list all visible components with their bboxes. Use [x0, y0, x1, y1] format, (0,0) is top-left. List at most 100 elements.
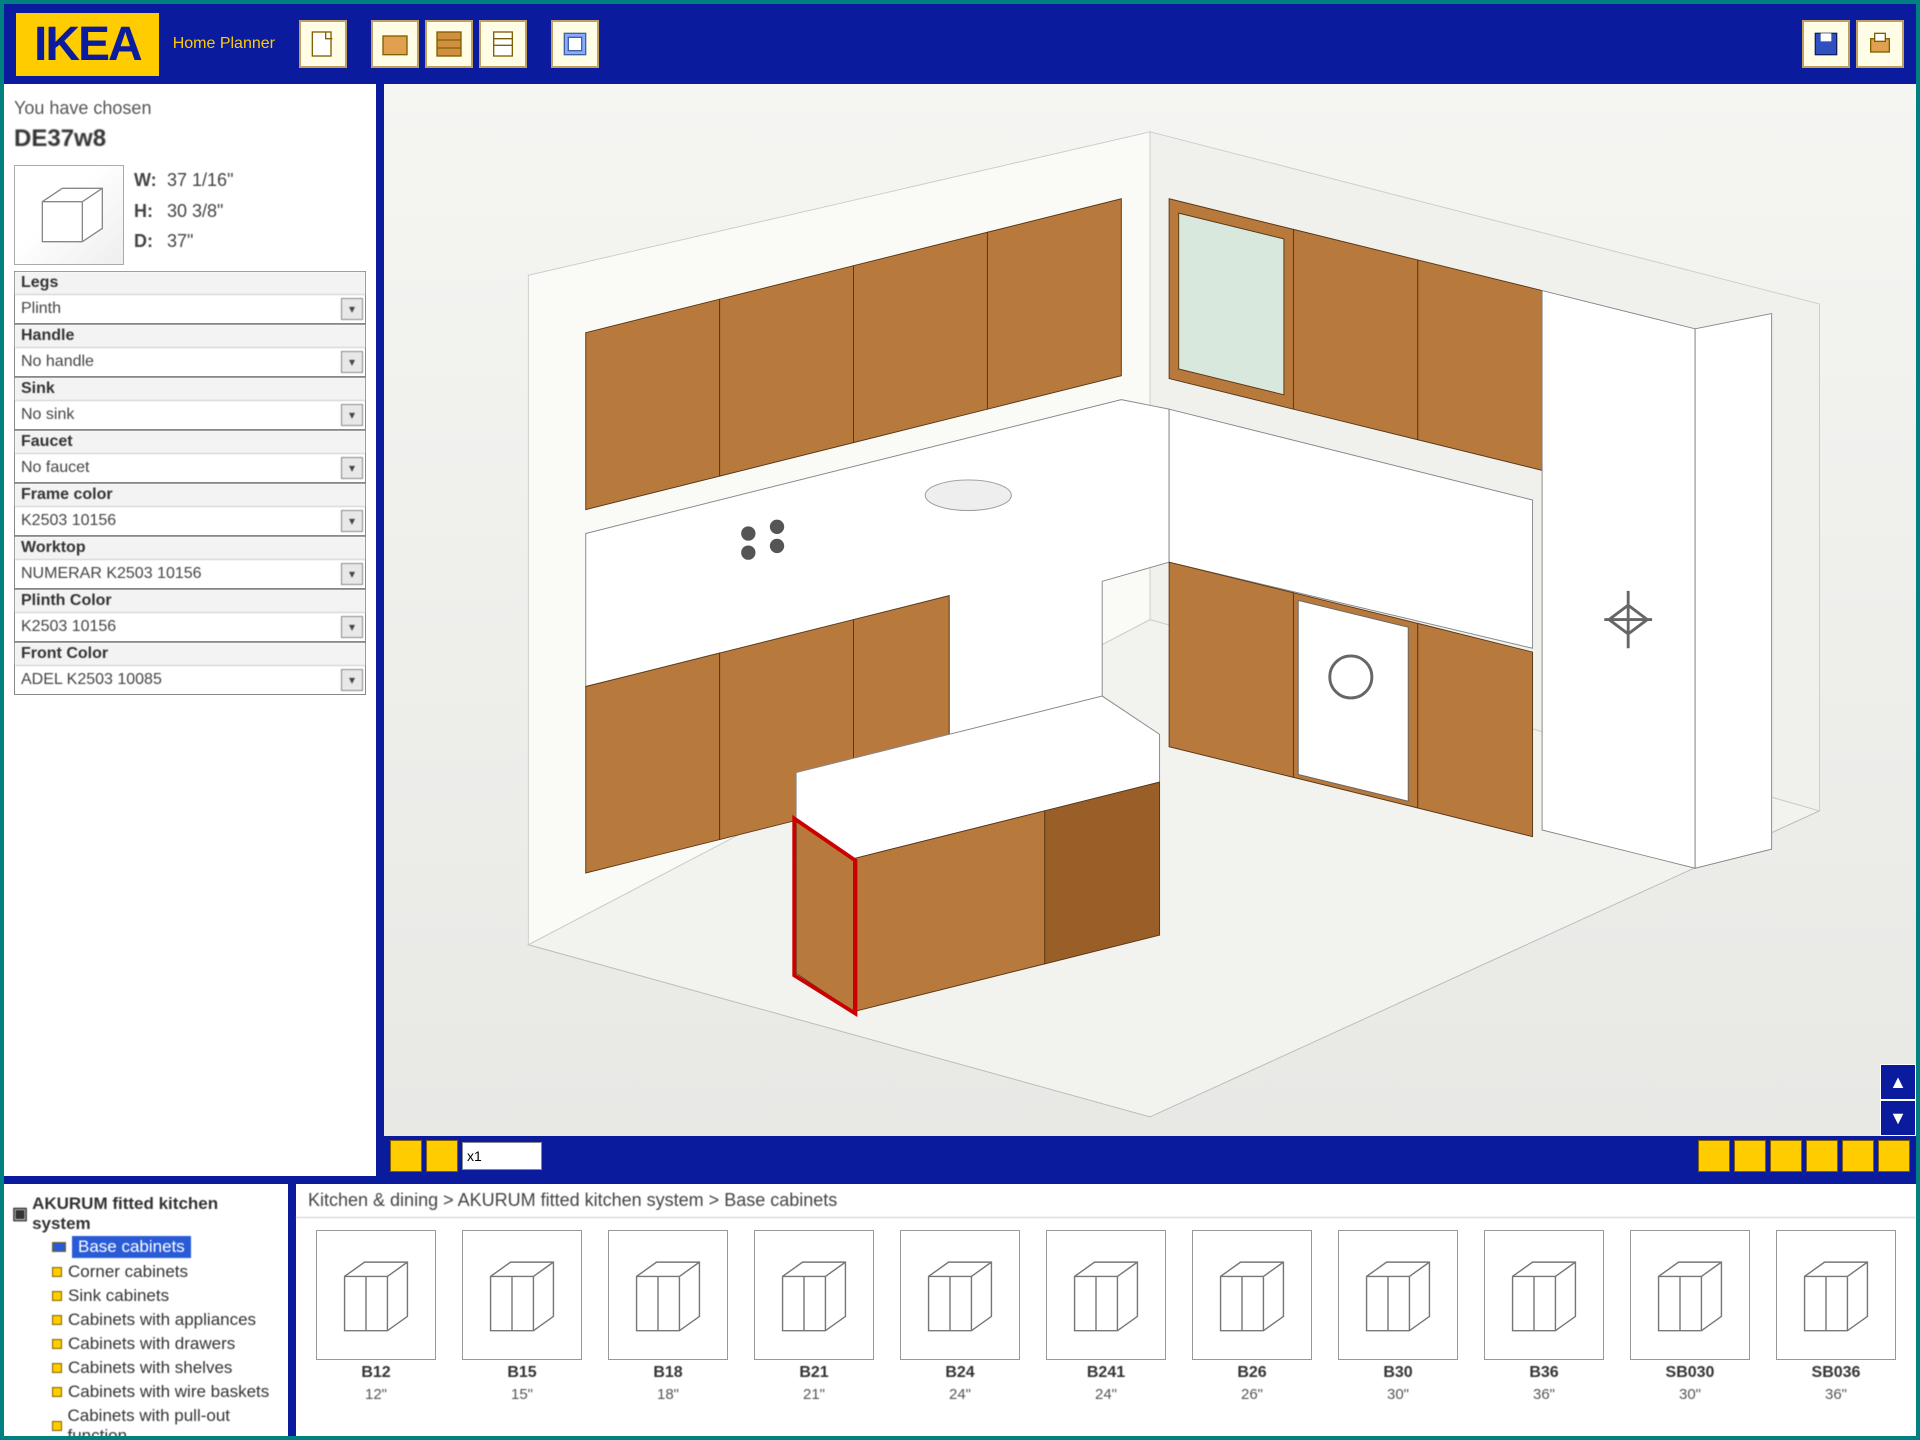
catalog-thumbnail — [462, 1230, 582, 1360]
chosen-label: You have chosen — [14, 98, 366, 119]
bullet-icon — [52, 1291, 62, 1301]
catalog-item[interactable]: B1818" — [600, 1230, 736, 1424]
catalog-item[interactable]: B2121" — [746, 1230, 882, 1424]
catalog-item[interactable]: B1515" — [454, 1230, 590, 1424]
scroll-up-button[interactable]: ▲ — [1880, 1064, 1916, 1100]
selected-thumbnail — [14, 165, 124, 265]
property-select[interactable]: K2503 10156▾ — [15, 613, 365, 641]
bullet-icon — [52, 1363, 62, 1373]
property-sidebar: You have chosen DE37w8 W: 37 1/16" H: 30… — [4, 84, 384, 1176]
catalog-size: 30" — [1387, 1386, 1409, 1403]
property-select[interactable]: No faucet▾ — [15, 454, 365, 482]
brand-logo: IKEA — [16, 13, 159, 76]
property-select[interactable]: No sink▾ — [15, 401, 365, 429]
property-label: Worktop — [15, 537, 365, 560]
dim-d: 37" — [167, 231, 193, 251]
chevron-down-icon[interactable]: ▾ — [341, 616, 363, 638]
zoom-in-button[interactable] — [1698, 1140, 1730, 1172]
main-area: You have chosen DE37w8 W: 37 1/16" H: 30… — [4, 84, 1916, 1176]
items-button[interactable] — [551, 20, 599, 68]
fit-button[interactable] — [1770, 1140, 1802, 1172]
catalog-item[interactable]: SB036 36" — [1768, 1230, 1904, 1424]
tree-item[interactable]: Cabinets with appliances — [12, 1308, 280, 1332]
tree-item[interactable]: Cabinets with drawers — [12, 1332, 280, 1356]
catalog-thumbnail — [1630, 1230, 1750, 1360]
catalog-size: 36" — [1533, 1386, 1555, 1403]
scroll-down-button[interactable]: ▼ — [1880, 1100, 1916, 1136]
catalog-thumbnail — [900, 1230, 1020, 1360]
catalog-item[interactable]: B2424" — [892, 1230, 1028, 1424]
catalog-name: B18 — [653, 1364, 682, 1382]
property-select[interactable]: ADEL K2503 10085▾ — [15, 666, 365, 694]
property-label: Handle — [15, 325, 365, 348]
windows-button[interactable] — [479, 20, 527, 68]
chevron-down-icon[interactable]: ▾ — [341, 510, 363, 532]
tree-root[interactable]: ▣ AKURUM fitted kitchen system — [12, 1194, 280, 1234]
chevron-down-icon[interactable]: ▾ — [341, 404, 363, 426]
catalog-item[interactable]: SB030 30" — [1622, 1230, 1758, 1424]
property-select[interactable]: K2503 10156▾ — [15, 507, 365, 535]
tree-item[interactable]: Base cabinets — [12, 1234, 280, 1260]
selected-preview: W: 37 1/16" H: 30 3/8" D: 37" — [14, 165, 366, 265]
zoom-out-button[interactable] — [1734, 1140, 1766, 1172]
bullet-icon — [52, 1315, 62, 1325]
catalog-size: 30" — [1679, 1386, 1701, 1403]
breadcrumb: Kitchen & dining > AKURUM fitted kitchen… — [296, 1184, 1916, 1218]
chevron-down-icon[interactable]: ▾ — [341, 457, 363, 479]
print-button[interactable] — [1856, 20, 1904, 68]
catalog-name: B12 — [361, 1364, 390, 1382]
tree-item[interactable]: Corner cabinets — [12, 1260, 280, 1284]
header-toolbar: IKEA Home Planner — [4, 4, 1916, 84]
nav-next-button[interactable] — [426, 1140, 458, 1172]
dim-h: 30 3/8" — [167, 201, 223, 221]
property-front-color: Front ColorADEL K2503 10085▾ — [14, 642, 366, 695]
room-button[interactable] — [371, 20, 419, 68]
property-select[interactable]: Plinth▾ — [15, 295, 365, 323]
dim-w: 37 1/16" — [167, 170, 233, 190]
catalog-items: B1212"B1515"B1818"B2121"B2424"B24124"B26… — [296, 1218, 1916, 1436]
zoom-input[interactable] — [462, 1142, 542, 1170]
property-select[interactable]: No handle▾ — [15, 348, 365, 376]
chevron-down-icon[interactable]: ▾ — [341, 351, 363, 373]
viewport-bottom-toolbar — [384, 1136, 1916, 1176]
property-label: Faucet — [15, 431, 365, 454]
new-button[interactable] — [299, 20, 347, 68]
chevron-down-icon[interactable]: ▾ — [341, 563, 363, 585]
catalog-size: 18" — [657, 1386, 679, 1403]
tree-item[interactable]: Cabinets with shelves — [12, 1356, 280, 1380]
rotate-right-button[interactable] — [1842, 1140, 1874, 1172]
model-code: DE37w8 — [14, 125, 366, 153]
catalog-size: 15" — [511, 1386, 533, 1403]
tree-item[interactable]: Sink cabinets — [12, 1284, 280, 1308]
catalog-name: B15 — [507, 1364, 536, 1382]
catalog-item[interactable]: B3636" — [1476, 1230, 1612, 1424]
save-button[interactable] — [1802, 20, 1850, 68]
nav-prev-button[interactable] — [390, 1140, 422, 1172]
catalog-name: SB030 — [1666, 1364, 1715, 1382]
3d-viewport[interactable]: ▲ ▼ — [384, 84, 1916, 1136]
tree-item[interactable]: Cabinets with wire baskets — [12, 1380, 280, 1404]
app-name: Home Planner — [173, 35, 275, 53]
chevron-down-icon[interactable]: ▾ — [341, 669, 363, 691]
brand-text: IKEA — [34, 17, 141, 72]
catalog-size: 12" — [365, 1386, 387, 1403]
catalog-name: SB036 — [1812, 1364, 1861, 1382]
catalog-thumbnail — [754, 1230, 874, 1360]
catalog-size: 36" — [1825, 1386, 1847, 1403]
chevron-down-icon[interactable]: ▾ — [341, 298, 363, 320]
pan-button[interactable] — [1878, 1140, 1910, 1172]
doors-button[interactable] — [425, 20, 473, 68]
catalog-item[interactable]: B24124" — [1038, 1230, 1174, 1424]
rotate-left-button[interactable] — [1806, 1140, 1838, 1172]
catalog-item[interactable]: B3030" — [1330, 1230, 1466, 1424]
property-select[interactable]: NUMERAR K2503 10156▾ — [15, 560, 365, 588]
catalog-size: 21" — [803, 1386, 825, 1403]
property-label: Front Color — [15, 643, 365, 666]
catalog-item[interactable]: B2626" — [1184, 1230, 1320, 1424]
catalog-thumbnail — [608, 1230, 728, 1360]
tree-item[interactable]: Cabinets with pull-out function — [12, 1404, 280, 1436]
bottom-panel: ▣ AKURUM fitted kitchen system Base cabi… — [4, 1176, 1916, 1436]
viewport-side-controls: ▲ ▼ — [1880, 1064, 1916, 1136]
catalog-item[interactable]: B1212" — [308, 1230, 444, 1424]
catalog-size: 24" — [949, 1386, 971, 1403]
